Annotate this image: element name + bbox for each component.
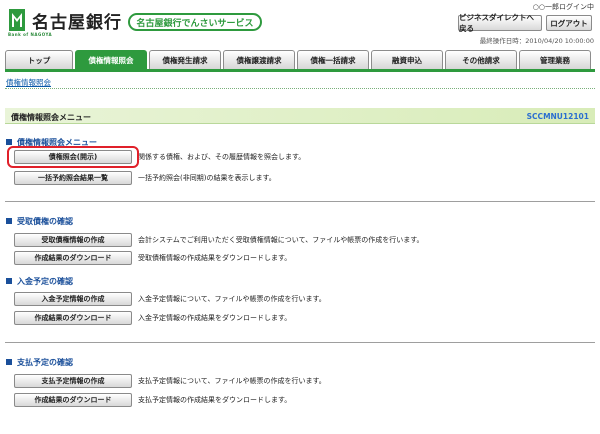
menu-row: 一括予約照会結果一覧 一括予約照会(非同期)の結果を表示します。 [14, 171, 276, 185]
page-title: 債権情報照会メニュー [11, 113, 91, 122]
square-bullet-icon [6, 278, 12, 284]
header: Bank of NAGOYA 名古屋銀行 名古屋銀行でんさいサービス ○○一郎ロ… [0, 0, 600, 46]
bulk-reservation-results-button[interactable]: 一括予約照会結果一覧 [14, 171, 132, 185]
menu-row-description: 支払予定情報の作成結果をダウンロードします。 [138, 396, 292, 404]
breadcrumb-divider [5, 88, 595, 89]
tab-bulk-request[interactable]: 債権一括請求 [297, 50, 369, 69]
menu-row: 入金予定情報の作成 入金予定情報について、ファイルや帳票の作成を行います。 [14, 292, 326, 306]
menu-row-description: 入金予定情報の作成結果をダウンロードします。 [138, 314, 292, 322]
section-heading-receivables: 受取債権の確認 [6, 216, 73, 227]
square-bullet-icon [6, 218, 12, 224]
main-tabs: トップ 債権情報照会 債権発生請求 債権譲渡請求 債権一括請求 融資申込 その他… [5, 50, 595, 69]
menu-row-description: 一括予約照会(非同期)の結果を表示します。 [138, 174, 276, 182]
create-payment-info-button[interactable]: 支払予定情報の作成 [14, 374, 132, 388]
section-heading-incoming: 入金予定の確認 [6, 276, 73, 287]
menu-row: 作成結果のダウンロード 受取債権情報の作成結果をダウンロードします。 [14, 251, 291, 265]
section-divider [5, 342, 595, 343]
menu-row: 支払予定情報の作成 支払予定情報について、ファイルや帳票の作成を行います。 [14, 374, 326, 388]
menu-row-description: 受取債権情報の作成結果をダウンロードします。 [138, 254, 292, 262]
bank-logo-icon [9, 9, 25, 31]
tab-claim-inquiry[interactable]: 債権情報照会 [75, 50, 147, 69]
tab-financing[interactable]: 融資申込 [371, 50, 443, 69]
highlight-ring [7, 146, 139, 168]
menu-row: 受取債権情報の作成 会計システムでご利用いただく受取債権情報について、ファイルや… [14, 233, 424, 247]
menu-row: 作成結果のダウンロード 支払予定情報の作成結果をダウンロードします。 [14, 393, 291, 407]
create-incoming-info-button[interactable]: 入金予定情報の作成 [14, 292, 132, 306]
square-bullet-icon [6, 359, 12, 365]
business-direct-button[interactable]: ビジネスダイレクトへ戻る [458, 13, 542, 33]
breadcrumb[interactable]: 債権情報照会 [6, 77, 51, 88]
menu-row-description: 入金予定情報について、ファイルや帳票の作成を行います。 [138, 295, 326, 303]
download-payment-results-button[interactable]: 作成結果のダウンロード [14, 393, 132, 407]
tab-underline [5, 69, 595, 72]
service-name-badge: 名古屋銀行でんさいサービス [128, 13, 262, 31]
tab-top[interactable]: トップ [5, 50, 73, 69]
download-incoming-results-button[interactable]: 作成結果のダウンロード [14, 311, 132, 325]
logout-button[interactable]: ログアウト [546, 15, 592, 31]
create-receivables-info-button[interactable]: 受取債権情報の作成 [14, 233, 132, 247]
screen-id: SCCMNU12101 [526, 112, 589, 121]
tab-management[interactable]: 管理業務 [519, 50, 591, 69]
tab-other-requests[interactable]: その他請求 [445, 50, 517, 69]
page-title-bar: 債権情報照会メニュー SCCMNU12101 [5, 108, 595, 124]
bank-name: 名古屋銀行 [32, 13, 122, 33]
section-divider [5, 201, 595, 202]
menu-row-description: 会計システムでご利用いただく受取債権情報について、ファイルや帳票の作成を行います… [138, 236, 424, 244]
logged-in-user: ○○一郎ログイン中 [532, 3, 594, 11]
tab-claim-transfer[interactable]: 債権譲渡請求 [223, 50, 295, 69]
menu-row: 作成結果のダウンロード 入金予定情報の作成結果をダウンロードします。 [14, 311, 291, 325]
tab-claim-issue[interactable]: 債権発生請求 [149, 50, 221, 69]
last-operation-time: 最終操作日時：2010/04/20 10:00:00 [479, 37, 594, 45]
square-bullet-icon [6, 139, 12, 145]
menu-row-description: 支払予定情報について、ファイルや帳票の作成を行います。 [138, 377, 326, 385]
download-receivables-results-button[interactable]: 作成結果のダウンロード [14, 251, 132, 265]
section-heading-payments: 支払予定の確認 [6, 357, 73, 368]
menu-row-description: 関係する債権、および、その履歴情報を照会します。 [138, 153, 306, 161]
